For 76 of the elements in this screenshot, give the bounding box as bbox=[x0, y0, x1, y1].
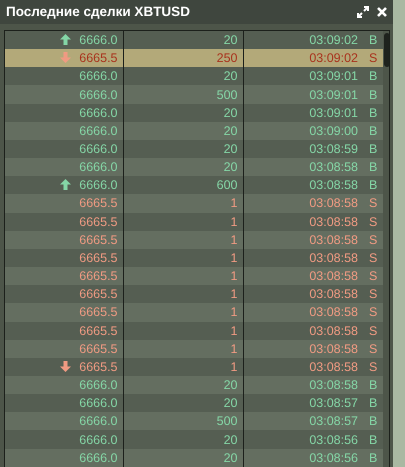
time-cell: 03:08:58 bbox=[243, 340, 363, 358]
price-cell: 6665.5 bbox=[79, 196, 118, 210]
expand-icon[interactable] bbox=[357, 6, 369, 18]
time-cell: 03:09:02 bbox=[243, 49, 363, 68]
price-cell: 6666.0 bbox=[79, 142, 118, 156]
side-cell: B bbox=[363, 67, 383, 86]
time-cell: 03:08:58 bbox=[243, 285, 363, 304]
time-cell: 03:09:01 bbox=[243, 67, 363, 86]
price-cell: 6666.0 bbox=[79, 432, 118, 447]
price-cell: 6665.5 bbox=[79, 232, 118, 247]
time-cell: 03:08:58 bbox=[243, 248, 363, 268]
price-cell: 6665.5 bbox=[79, 342, 118, 356]
price-cell: 6666.0 bbox=[79, 378, 118, 392]
side-cell: B bbox=[363, 104, 383, 122]
price-cell: 6666.0 bbox=[79, 450, 118, 465]
side-cell: B bbox=[363, 176, 383, 194]
price-cell: 6666.0 bbox=[79, 414, 118, 428]
side-cell: B bbox=[363, 376, 383, 394]
window-title: Последние сделки XBTUSD bbox=[6, 2, 191, 21]
time-cell: 03:08:58 bbox=[243, 194, 363, 213]
time-cell: 03:08:58 bbox=[243, 158, 363, 176]
price-cell: 6665.5 bbox=[79, 51, 118, 66]
size-cell: 20 bbox=[123, 448, 243, 467]
time-cell: 03:08:58 bbox=[243, 176, 363, 194]
side-cell: S bbox=[363, 340, 383, 358]
price-cell: 6666.0 bbox=[79, 396, 118, 410]
close-icon[interactable] bbox=[377, 7, 387, 17]
price-cell: 6666.0 bbox=[79, 33, 118, 48]
price-cell: 6666.0 bbox=[79, 106, 118, 120]
price-cell: 6665.5 bbox=[79, 360, 118, 374]
time-cell: 03:08:58 bbox=[243, 303, 363, 322]
price-cell: 6665.5 bbox=[79, 214, 118, 229]
price-cell: 6666.0 bbox=[79, 124, 118, 138]
price-cell: 6665.5 bbox=[79, 324, 118, 338]
side-cell: S bbox=[363, 230, 383, 249]
side-cell: S bbox=[363, 267, 383, 286]
price-cell: 6666.0 bbox=[79, 178, 118, 192]
time-cell: 03:08:58 bbox=[243, 267, 363, 286]
time-cell: 03:08:59 bbox=[243, 140, 363, 158]
time-cell: 03:08:57 bbox=[243, 412, 363, 430]
side-cell: B bbox=[363, 31, 383, 50]
side-cell: S bbox=[363, 285, 383, 304]
side-cell: B bbox=[363, 122, 383, 140]
price-cell: 6665.5 bbox=[79, 250, 118, 265]
side-cell: B bbox=[363, 85, 383, 104]
price-cell: 6666.0 bbox=[79, 69, 118, 84]
time-cell: 03:08:56 bbox=[243, 430, 363, 449]
time-cell: 03:09:02 bbox=[243, 31, 363, 50]
side-cell: S bbox=[363, 322, 383, 340]
side-cell: B bbox=[363, 412, 383, 430]
time-cell: 03:09:01 bbox=[243, 85, 363, 104]
time-cell: 03:08:57 bbox=[243, 394, 363, 412]
time-cell: 03:08:58 bbox=[243, 322, 363, 340]
price-cell: 6665.5 bbox=[79, 269, 118, 284]
time-cell: 03:08:58 bbox=[243, 358, 363, 376]
time-cell: 03:08:58 bbox=[243, 376, 363, 394]
side-cell: S bbox=[363, 212, 383, 231]
side-cell: B bbox=[363, 158, 383, 176]
price-cell: 6665.5 bbox=[79, 287, 118, 302]
side-cell: B bbox=[363, 140, 383, 158]
side-cell: S bbox=[363, 194, 383, 213]
side-cell: S bbox=[363, 358, 383, 376]
side-cell: S bbox=[363, 248, 383, 268]
time-cell: 03:09:01 bbox=[243, 104, 363, 122]
side-cell: S bbox=[363, 303, 383, 322]
side-cell: B bbox=[363, 448, 383, 467]
side-cell: B bbox=[363, 430, 383, 449]
time-cell: 03:09:00 bbox=[243, 122, 363, 140]
time-cell: 03:08:58 bbox=[243, 212, 363, 231]
price-cell: 6665.5 bbox=[79, 305, 118, 320]
side-cell: B bbox=[363, 394, 383, 412]
price-cell: 6666.0 bbox=[79, 160, 118, 174]
side-cell: S bbox=[363, 49, 383, 68]
time-cell: 03:08:58 bbox=[243, 230, 363, 249]
time-cell: 03:08:56 bbox=[243, 448, 363, 467]
price-cell: 6666.0 bbox=[79, 88, 118, 102]
